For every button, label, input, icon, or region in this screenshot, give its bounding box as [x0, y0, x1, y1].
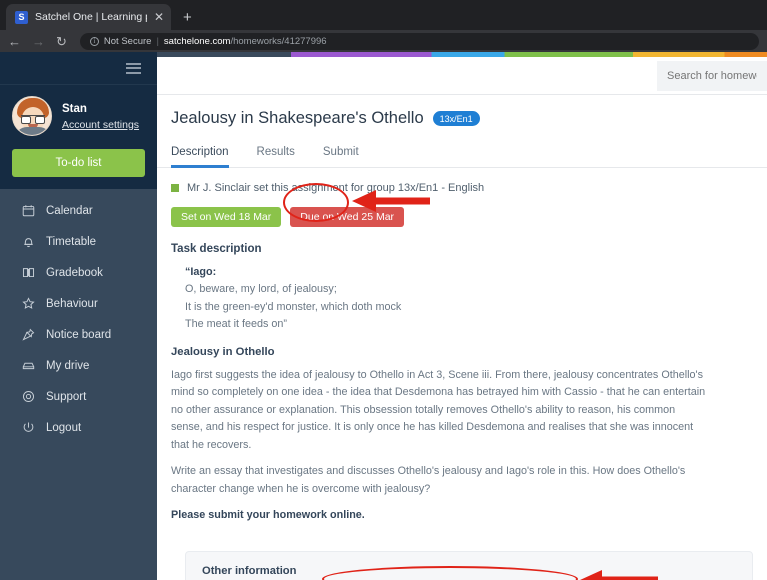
bell-icon: [22, 235, 35, 248]
sidebar-item-calendar[interactable]: Calendar: [0, 195, 157, 226]
sidebar-item-label: Gradebook: [46, 266, 103, 279]
url-path: /homeworks/41277996: [230, 35, 327, 47]
forward-arrow-icon[interactable]: →: [32, 35, 45, 48]
search-input[interactable]: [667, 69, 757, 82]
hamburger-menu-icon[interactable]: [126, 62, 141, 74]
sidebar-item-gradebook[interactable]: Gradebook: [0, 257, 157, 288]
description-panel: Mr J. Sinclair set this assignment for g…: [157, 168, 767, 580]
browser-toolbar: ← → ↻ i Not Secure | satchelone.com/home…: [0, 30, 767, 52]
tab-bar: Description Results Submit: [157, 141, 767, 168]
quote-speaker: “Iago:: [185, 266, 217, 278]
paragraph-2: Write an essay that investigates and dis…: [171, 465, 686, 495]
sidebar-item-label: Calendar: [46, 204, 93, 217]
main-content: Jealousy in Shakespeare's Othello 13x/En…: [157, 57, 767, 580]
todo-list-button[interactable]: To-do list: [12, 149, 145, 177]
sidebar-item-behaviour[interactable]: Behaviour: [0, 288, 157, 319]
sidebar-nav: Calendar Timetable Gradebook Behaviour N…: [0, 189, 157, 443]
jealousy-subheading: Jealousy in Othello: [171, 345, 275, 358]
top-bar: [157, 57, 767, 95]
url-domain: satchelone.com: [163, 35, 231, 47]
address-bar[interactable]: i Not Secure | satchelone.com/homeworks/…: [79, 32, 759, 50]
favicon-icon: S: [15, 10, 28, 24]
pin-icon: [22, 328, 35, 341]
sidebar-item-support[interactable]: Support: [0, 381, 157, 412]
sidebar-header: Stan Account settings To-do list: [0, 52, 157, 189]
reload-icon[interactable]: ↻: [56, 35, 67, 48]
sidebar-item-notice-board[interactable]: Notice board: [0, 319, 157, 350]
other-information-box: Other information This homework will tak…: [185, 550, 753, 580]
quote-line: It is the green-ey'd monster, which doth…: [185, 300, 402, 313]
account-settings-link[interactable]: Account settings: [62, 119, 139, 131]
sidebar-item-label: My drive: [46, 359, 90, 372]
sidebar-item-logout[interactable]: Logout: [0, 412, 157, 443]
tab-results[interactable]: Results: [257, 141, 309, 167]
power-icon: [22, 421, 35, 434]
search-homework-box[interactable]: [657, 60, 767, 91]
paragraph-3: Please submit your homework online.: [171, 509, 365, 522]
info-icon[interactable]: i: [89, 36, 99, 46]
calendar-icon: [22, 204, 35, 217]
sidebar-burger-row: [0, 52, 157, 85]
browser-window: S Satchel One | Learning platform ✕ + ← …: [0, 0, 767, 580]
set-date-badge: Set on Wed 18 Mar: [171, 207, 282, 227]
sidebar: Stan Account settings To-do list Calenda…: [0, 52, 157, 580]
subject-color-swatch: [171, 184, 179, 192]
quote-block: “Iago: O, beware, my lord, of jealousy; …: [185, 264, 767, 334]
quote-line: The meat it feeds on”: [185, 318, 288, 331]
group-badge: 13x/En1: [432, 111, 480, 126]
date-pills: Set on Wed 18 Mar Due on Wed 25 Mar: [171, 207, 767, 227]
tab-description[interactable]: Description: [171, 141, 243, 168]
browser-tab-strip: S Satchel One | Learning platform ✕ +: [0, 0, 767, 30]
browser-tab[interactable]: S Satchel One | Learning platform ✕: [6, 4, 171, 30]
sidebar-item-label: Logout: [46, 421, 82, 434]
sidebar-item-label: Behaviour: [46, 297, 98, 310]
page-title-row: Jealousy in Shakespeare's Othello 13x/En…: [157, 95, 767, 141]
sidebar-user: Stan Account settings: [0, 85, 157, 136]
sidebar-item-label: Notice board: [46, 328, 112, 341]
task-description-heading: Task description: [171, 243, 262, 255]
drive-icon: [22, 359, 35, 372]
set-by-line: Mr J. Sinclair set this assignment for g…: [171, 182, 767, 194]
close-icon[interactable]: ✕: [154, 11, 164, 23]
back-arrow-icon[interactable]: ←: [8, 35, 21, 48]
page-viewport: Stan Account settings To-do list Calenda…: [0, 52, 767, 580]
address-url: satchelone.com/homeworks/41277996: [164, 36, 327, 47]
quote-line: O, beware, my lord, of jealousy;: [185, 283, 337, 296]
user-name: Stan: [62, 103, 87, 116]
avatar: [12, 96, 52, 136]
other-information-title: Other information: [202, 564, 297, 577]
tab-submit[interactable]: Submit: [323, 141, 373, 167]
sidebar-item-label: Timetable: [46, 235, 97, 248]
star-icon: [22, 297, 35, 310]
book-icon: [22, 266, 35, 279]
sidebar-item-label: Support: [46, 390, 87, 403]
lifebuoy-icon: [22, 390, 35, 403]
page-title: Jealousy in Shakespeare's Othello: [171, 109, 424, 127]
paragraph-1: Iago first suggests the idea of jealousy…: [171, 368, 706, 451]
new-tab-button[interactable]: +: [183, 10, 192, 25]
browser-tab-title: Satchel One | Learning platform: [35, 11, 147, 23]
address-divider: |: [156, 35, 159, 47]
security-label: Not Secure: [103, 35, 152, 47]
due-date-badge: Due on Wed 25 Mar: [290, 207, 405, 227]
set-by-text: Mr J. Sinclair set this assignment for g…: [187, 182, 485, 194]
sidebar-item-timetable[interactable]: Timetable: [0, 226, 157, 257]
sidebar-item-my-drive[interactable]: My drive: [0, 350, 157, 381]
